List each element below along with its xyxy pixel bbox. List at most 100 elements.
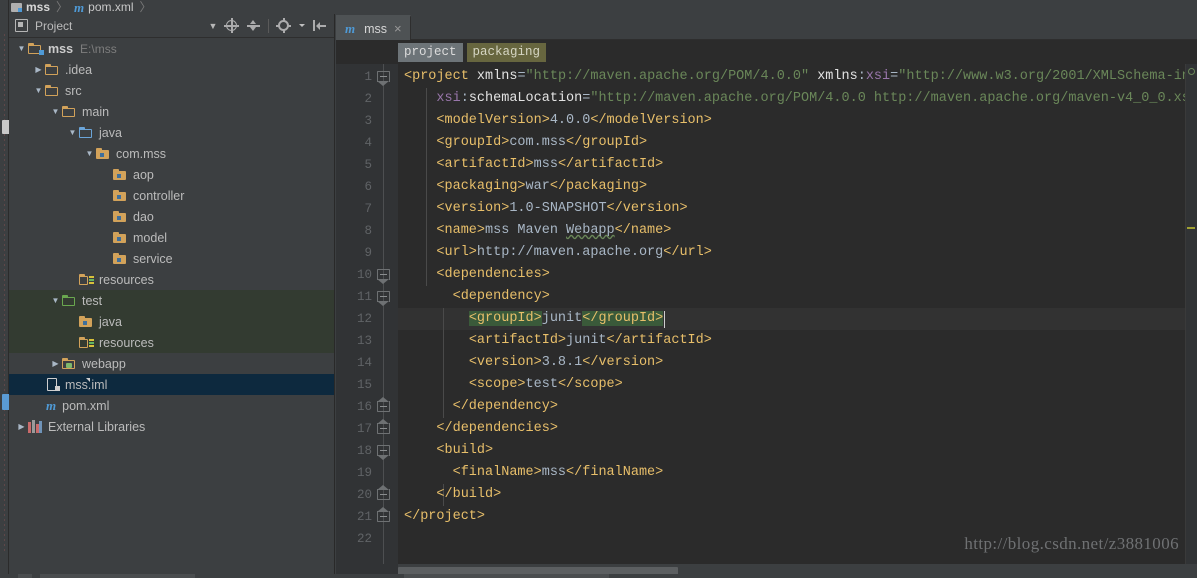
project-tree[interactable]: ▼ mss E:\mss ▶ .idea ▼ src ▼ main ▼ java ▼ com.mss ao…: [9, 38, 334, 578]
breadcrumb-separator-icon: 〉: [56, 0, 69, 14]
hide-panel-icon[interactable]: [312, 18, 327, 33]
code-line[interactable]: </project>: [404, 506, 485, 528]
code-token: mss: [541, 465, 567, 480]
settings-gear-icon[interactable]: [276, 18, 291, 33]
close-icon[interactable]: ×: [394, 22, 402, 35]
tree-node-model[interactable]: model: [9, 227, 334, 248]
line-number: 1: [364, 70, 372, 84]
tree-node-test[interactable]: ▼ test: [9, 290, 334, 311]
tree-node-mss-iml[interactable]: mss.iml: [9, 374, 334, 395]
project-view-dropdown-icon[interactable]: ▼: [206, 21, 220, 31]
inspection-status-icon[interactable]: [1188, 68, 1195, 75]
code-editor-pane[interactable]: 1 2 3 4 5 6 7 8 9 10 11 12 13 14 15 16 17 18 19 20 21 22 <pro…: [336, 64, 1197, 564]
project-panel-title: Project: [35, 18, 73, 33]
tree-node--idea[interactable]: ▶ .idea: [9, 59, 334, 80]
code-fold-marker[interactable]: [377, 485, 390, 502]
code-line[interactable]: </dependencies>: [404, 418, 558, 440]
code-token: test: [525, 377, 558, 392]
tree-node-label: java: [99, 125, 122, 140]
tree-node-dao[interactable]: dao: [9, 206, 334, 227]
code-token: "http://maven.apache.org/POM/4.0.0": [525, 69, 810, 84]
code-token: xmlns: [476, 69, 518, 84]
code-line[interactable]: <project xmlns="http://maven.apache.org/…: [404, 66, 1197, 88]
tree-node-label: model: [133, 230, 168, 245]
code-fold-marker[interactable]: [377, 269, 390, 284]
code-line[interactable]: <artifactId>mss</artifactId>: [404, 154, 663, 176]
tree-node-resources[interactable]: resources: [9, 269, 334, 290]
code-line[interactable]: <name>mss Maven Webapp</name>: [404, 220, 671, 242]
stripe-marker[interactable]: [1187, 227, 1195, 229]
expand-arrow-right-icon[interactable]: ▶: [15, 416, 28, 437]
editor-gutter[interactable]: 1 2 3 4 5 6 7 8 9 10 11 12 13 14 15 16 17 18 19 20 21 22: [336, 64, 398, 564]
expand-arrow-right-icon[interactable]: ▶: [49, 353, 62, 374]
folder-icon: [62, 105, 77, 118]
expand-arrow-right-icon[interactable]: ▶: [32, 59, 45, 80]
code-line[interactable]: <dependencies>: [404, 264, 549, 286]
collapse-all-icon[interactable]: [246, 18, 261, 33]
code-fold-marker[interactable]: [377, 419, 390, 436]
code-token: </packaging>: [549, 179, 648, 194]
code-line[interactable]: <build>: [404, 440, 493, 462]
expand-arrow-down-icon[interactable]: ▼: [83, 143, 96, 164]
code-token: mss: [533, 157, 558, 172]
code-token: </finalName>: [566, 465, 664, 480]
code-token: war: [525, 179, 550, 194]
code-line[interactable]: </dependency>: [404, 396, 558, 418]
code-fold-marker[interactable]: [377, 397, 390, 414]
tree-node-java[interactable]: ▼ java: [9, 122, 334, 143]
webapp-folder-icon: [62, 357, 77, 370]
code-fold-marker[interactable]: [377, 445, 390, 460]
code-line[interactable]: </build>: [404, 484, 501, 506]
code-token: <build>: [436, 443, 494, 458]
expand-arrow-down-icon[interactable]: ▼: [49, 101, 62, 122]
code-line[interactable]: <scope>test</scope>: [404, 374, 623, 396]
navbar-crumb-file[interactable]: m pom.xml: [72, 0, 135, 14]
code-fold-marker[interactable]: [377, 71, 390, 86]
code-line[interactable]: <modelVersion>4.0.0</modelVersion>: [404, 110, 711, 132]
tree-node-webapp[interactable]: ▶ webapp: [9, 353, 334, 374]
expand-arrow-down-icon[interactable]: ▼: [15, 38, 28, 59]
code-line[interactable]: <artifactId>junit</artifactId>: [404, 330, 712, 352]
tree-node-aop[interactable]: aop: [9, 164, 334, 185]
code-token: mss Maven: [485, 223, 567, 238]
navbar-crumb-module[interactable]: mss: [9, 0, 52, 14]
tree-node-main[interactable]: ▼ main: [9, 101, 334, 122]
code-line[interactable]: <groupId>junit</groupId>: [404, 308, 664, 330]
expand-arrow-down-icon[interactable]: ▼: [49, 290, 62, 311]
code-fold-marker[interactable]: [377, 507, 390, 524]
navigation-breadcrumb-bar[interactable]: mss 〉 m pom.xml 〉: [9, 0, 1197, 14]
tree-node-service[interactable]: service: [9, 248, 334, 269]
code-token: </version>: [606, 201, 688, 216]
code-line[interactable]: <packaging>war</packaging>: [404, 176, 647, 198]
code-line[interactable]: <dependency>: [404, 286, 550, 308]
code-line[interactable]: <groupId>com.mss</groupId>: [404, 132, 647, 154]
project-view-icon: [14, 18, 30, 33]
code-fold-marker[interactable]: [377, 291, 390, 306]
settings-dropdown-caret-icon[interactable]: [299, 24, 305, 27]
code-line[interactable]: xsi:schemaLocation="http://maven.apache.…: [404, 88, 1197, 110]
error-stripe-marker-bar[interactable]: [1185, 64, 1197, 564]
tree-node-java[interactable]: java: [9, 311, 334, 332]
tree-node-com-mss[interactable]: ▼ com.mss: [9, 143, 334, 164]
code-line[interactable]: <url>http://maven.apache.org</url>: [404, 242, 711, 264]
code-text-area[interactable]: <project xmlns="http://maven.apache.org/…: [398, 64, 1197, 564]
editor-tab-mss[interactable]: m mss ×: [336, 15, 411, 40]
expand-arrow-down-icon[interactable]: ▼: [32, 80, 45, 101]
tree-node-mss[interactable]: ▼ mss E:\mss: [9, 38, 334, 59]
tree-node-pom-xml[interactable]: m pom.xml: [9, 395, 334, 416]
code-token: <url>: [436, 245, 477, 260]
breadcrumb-chip-project[interactable]: project: [398, 42, 463, 62]
tree-node-external-libraries[interactable]: ▶ External Libraries: [9, 416, 334, 437]
code-line[interactable]: <version>3.8.1</version>: [404, 352, 663, 374]
expand-arrow-down-icon[interactable]: ▼: [66, 122, 79, 143]
code-line[interactable]: <version>1.0-SNAPSHOT</version>: [404, 198, 688, 220]
tree-node-src[interactable]: ▼ src: [9, 80, 334, 101]
breadcrumb-chip-packaging[interactable]: packaging: [466, 42, 547, 62]
code-line[interactable]: <finalName>mss</finalName>: [404, 462, 664, 484]
tree-node-resources[interactable]: resources: [9, 332, 334, 353]
tree-node-controller[interactable]: controller: [9, 185, 334, 206]
scroll-from-source-icon[interactable]: [224, 18, 239, 33]
